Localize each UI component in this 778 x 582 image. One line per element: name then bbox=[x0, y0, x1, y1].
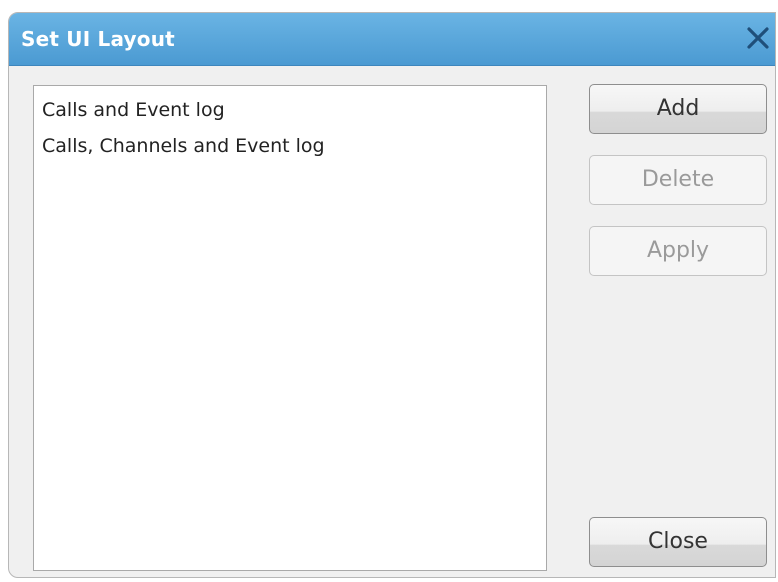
list-item[interactable]: Calls, Channels and Event log bbox=[34, 128, 546, 164]
set-ui-layout-dialog: Set UI Layout Calls and Event log Calls,… bbox=[8, 12, 776, 578]
title-bar: Set UI Layout bbox=[9, 13, 775, 66]
dialog-title: Set UI Layout bbox=[21, 27, 175, 51]
apply-button[interactable]: Apply bbox=[589, 226, 767, 276]
close-button[interactable]: Close bbox=[589, 517, 767, 567]
add-button[interactable]: Add bbox=[589, 84, 767, 134]
layout-list[interactable]: Calls and Event log Calls, Channels and … bbox=[33, 85, 547, 571]
delete-button[interactable]: Delete bbox=[589, 155, 767, 205]
list-item[interactable]: Calls and Event log bbox=[34, 92, 546, 128]
close-icon[interactable] bbox=[743, 22, 773, 54]
